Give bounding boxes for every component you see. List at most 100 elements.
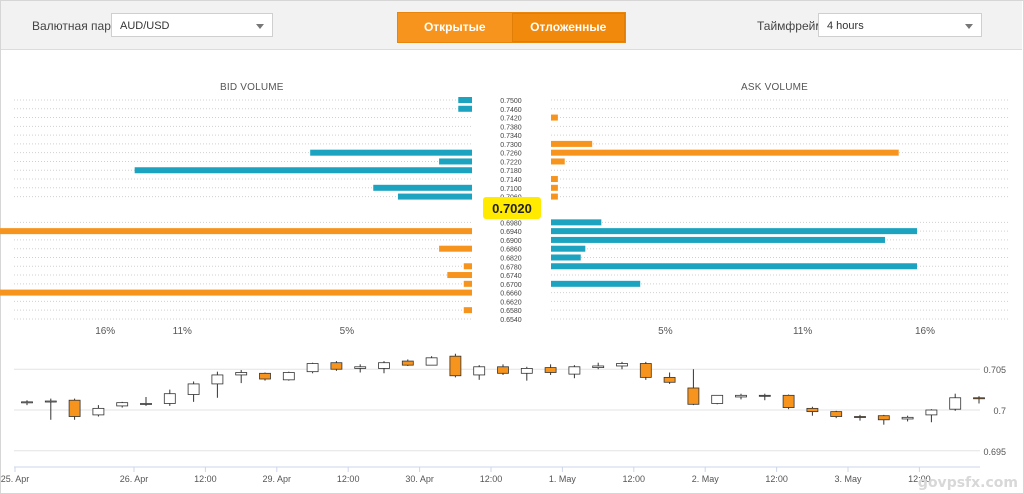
time-axis-label: 12:00: [337, 474, 360, 484]
candle-body: [259, 372, 271, 380]
price-level-label: 0.6940: [500, 229, 522, 236]
candle-body: [568, 366, 581, 375]
price-level-label: 0.6980: [500, 220, 522, 227]
candle-body: [473, 366, 486, 376]
bid-volume-bar: [397, 193, 472, 200]
bid-volume-bar: [463, 307, 472, 314]
time-axis-label: 12:00: [194, 474, 217, 484]
time-axis-label: 25. Apr: [1, 474, 30, 484]
ask-volume-bar: [551, 236, 885, 243]
ask-volume-bar: [551, 263, 917, 270]
candle-body: [806, 407, 819, 413]
price-level-label: 0.6700: [500, 282, 522, 289]
ask-percent-tick: 5%: [658, 326, 673, 337]
candle-body: [592, 365, 605, 368]
price-level-label: 0.6660: [500, 291, 522, 298]
candle-body: [616, 363, 628, 367]
price-level-label: 0.7100: [500, 186, 522, 193]
candle-body: [401, 360, 414, 366]
price-level-label: 0.6540: [500, 317, 522, 324]
volume-chart: 0.7500 0.7460 0.74200.7380 0.7340 0.7300 0.72…: [0, 97, 1008, 337]
candle-body: [830, 411, 843, 417]
price-level-label: 0.7300: [500, 142, 522, 149]
candle-body: [782, 394, 795, 408]
candle-body: [116, 402, 129, 407]
candle-body: [544, 367, 557, 373]
candle-body: [520, 368, 533, 374]
candle-body: [378, 362, 390, 369]
candle-body: [235, 372, 248, 376]
time-axis-label: 12:00: [623, 474, 646, 484]
candle-body: [163, 393, 176, 404]
price-level-label: 0.7420: [500, 116, 522, 123]
ask-volume-bar: [551, 176, 558, 183]
candle-body: [925, 409, 938, 416]
time-axis-label: 2. May: [692, 474, 720, 484]
candle-body: [497, 366, 509, 374]
price-level-label: 0.6740: [500, 273, 522, 280]
time-axis-label: 1. May: [549, 474, 577, 484]
ask-percent-tick: 11%: [793, 326, 812, 337]
bid-volume-bar: [439, 158, 472, 165]
ask-volume-bar: [551, 114, 558, 121]
candle-body: [68, 399, 81, 417]
bid-volume-bar: [439, 245, 472, 252]
time-axis-label: 30. Apr: [405, 474, 434, 484]
bid-volume-bar: [310, 149, 472, 156]
candle-body: [354, 366, 367, 369]
bid-volume-bar: [0, 289, 473, 296]
ask-volume-bar: [551, 219, 602, 226]
price-level-label: 0.6780: [500, 264, 522, 271]
price-axis-label: 0.7: [993, 406, 1006, 416]
candle-body: [211, 374, 224, 385]
price-level-label: 0.6860: [500, 247, 522, 254]
watermark: govpsfx.com: [917, 475, 1018, 491]
candle-body: [140, 403, 152, 405]
ask-percent-tick: 16%: [915, 326, 935, 337]
candle-body: [687, 387, 700, 405]
bid-volume-bar: [463, 280, 472, 287]
candle-body: [187, 383, 200, 395]
price-level-label: 0.7140: [500, 177, 522, 184]
candle-body: [44, 400, 57, 403]
candle-body: [639, 363, 652, 378]
candle-body: [854, 416, 866, 418]
bid-percent-tick: 11%: [173, 326, 192, 337]
ask-volume-bar: [551, 280, 641, 287]
price-level-label: 0.7380: [500, 124, 522, 131]
candle-body: [735, 394, 747, 398]
candle-body: [330, 362, 343, 370]
ask-volume-bar: [551, 149, 899, 156]
price-level-label: 0.7460: [500, 107, 522, 114]
bid-volume-bar: [463, 263, 472, 270]
bid-percent-tick: 5%: [340, 326, 355, 337]
price-level-label: 0.6820: [500, 255, 522, 262]
price-level-label: 0.7180: [500, 168, 522, 175]
bid-volume-bar: [458, 105, 472, 112]
candle-body: [663, 376, 676, 383]
price-axis-label: 0.695: [983, 447, 1006, 457]
candle-body: [282, 372, 295, 381]
candle-body: [973, 397, 985, 400]
candle-body: [306, 363, 319, 373]
time-axis-label: 12:00: [765, 474, 788, 484]
bid-volume-bar: [134, 167, 472, 174]
bid-percent-tick: 16%: [95, 326, 115, 337]
price-level-label: 0.6900: [500, 238, 522, 245]
time-axis-label: 3. May: [834, 474, 862, 484]
bid-volume-bar: [447, 272, 472, 279]
ask-volume-bar: [551, 158, 565, 165]
candle-body: [758, 394, 771, 397]
candle-body: [449, 355, 462, 377]
ask-volume-bar: [551, 228, 917, 235]
ask-volume-bar: [551, 140, 593, 147]
time-axis-label: 26. Apr: [120, 474, 149, 484]
candle-body: [901, 416, 914, 420]
price-axis-label: 0.705: [983, 365, 1006, 375]
candle-body: [92, 407, 105, 416]
candle-body: [877, 415, 890, 421]
price-level-label: 0.6620: [500, 299, 522, 306]
bid-volume-bar: [458, 97, 472, 103]
candlestick-chart: 0.705 0.7 0.695 25. Apr 26. Apr 12:00 29. Apr 1…: [1, 353, 1006, 484]
ask-volume-bar: [551, 184, 558, 191]
